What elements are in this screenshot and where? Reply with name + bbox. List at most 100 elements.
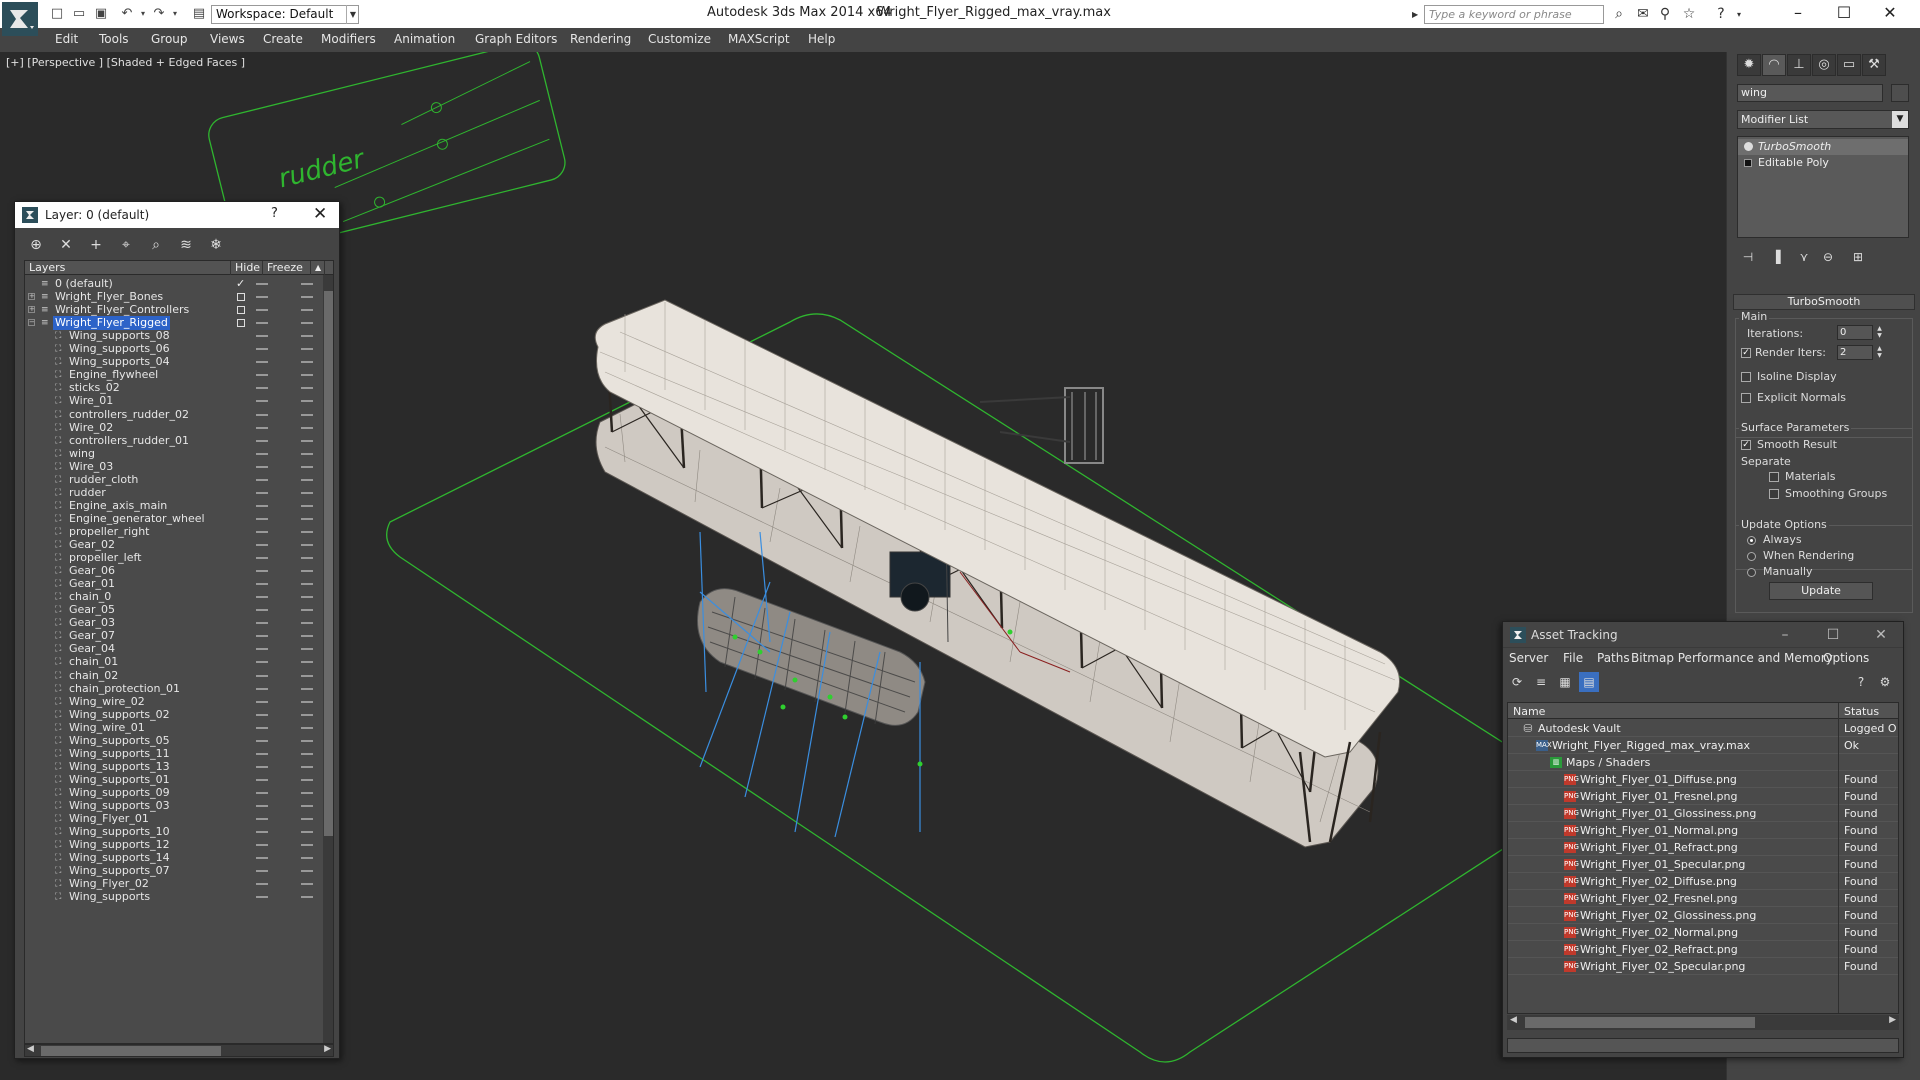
freeze-toggle[interactable] (301, 844, 313, 847)
hide-toggle[interactable] (256, 700, 268, 703)
asset-row[interactable]: PNG Wright_Flyer_01_Normal.png Found (1508, 822, 1898, 839)
chevron-down-icon[interactable]: ▼ (346, 5, 359, 24)
object-name[interactable]: Wing_supports (67, 890, 152, 904)
collapse-icon[interactable]: − (28, 319, 35, 327)
freeze-toggle[interactable] (301, 700, 313, 703)
hide-toggle[interactable] (256, 504, 268, 507)
hide-all-icon[interactable]: ≋ (175, 235, 197, 255)
manually-radio[interactable] (1747, 568, 1756, 577)
hide-toggle[interactable] (256, 517, 268, 520)
freeze-toggle[interactable] (301, 335, 313, 338)
scroll-right-icon[interactable]: ▶ (1889, 1015, 1896, 1025)
explicit-normals-checkbox[interactable] (1741, 393, 1751, 403)
hide-toggle[interactable] (256, 583, 268, 586)
refresh-icon[interactable]: ⟳ (1507, 672, 1527, 692)
vertical-scrollbar[interactable] (323, 275, 333, 1043)
stack-item-turbosmooth[interactable]: TurboSmooth (1738, 139, 1908, 155)
asset-row[interactable]: PNG Wright_Flyer_02_Specular.png Found (1508, 958, 1898, 975)
hide-toggle[interactable] (256, 596, 268, 599)
asset-path-field[interactable] (1507, 1038, 1899, 1053)
asset-row[interactable]: PNG Wright_Flyer_02_Glossiness.png Found (1508, 907, 1898, 924)
make-unique-icon[interactable]: ⋎ (1793, 248, 1815, 266)
configure-sets-icon[interactable]: ⊞ (1847, 248, 1869, 266)
freeze-toggle[interactable] (301, 557, 313, 560)
freeze-toggle[interactable] (301, 478, 313, 481)
render-iters-spinner[interactable]: 2 (1837, 345, 1873, 360)
menu-modifiers[interactable]: Modifiers (321, 32, 376, 46)
search-input[interactable]: Type a keyword or phrase (1424, 5, 1604, 24)
horizontal-scrollbar[interactable]: ◀ ▶ (1507, 1015, 1899, 1030)
close-icon[interactable]: ✕ (313, 204, 327, 224)
hide-toggle[interactable] (256, 478, 268, 481)
freeze-toggle[interactable] (301, 374, 313, 377)
freeze-toggle[interactable] (301, 883, 313, 886)
hierarchy-tab-icon[interactable]: ⊥ (1787, 54, 1811, 76)
column-name[interactable]: Name (1508, 704, 1545, 719)
hide-toggle[interactable] (256, 374, 268, 377)
freeze-toggle[interactable] (301, 805, 313, 807)
freeze-toggle[interactable] (301, 726, 313, 729)
object-color-swatch[interactable] (1891, 84, 1909, 102)
freeze-toggle[interactable] (301, 426, 313, 429)
freeze-toggle[interactable] (301, 283, 313, 285)
thumbnail-view-icon[interactable]: ▦ (1555, 672, 1575, 692)
hide-toggle[interactable] (256, 544, 268, 546)
menu-tools[interactable]: Tools (99, 32, 129, 46)
hide-toggle[interactable] (256, 387, 268, 390)
remove-modifier-icon[interactable]: ⊖ (1817, 248, 1839, 266)
asset-row[interactable]: ⛁ Autodesk Vault Logged O (1508, 720, 1898, 737)
help-icon[interactable]: ? (1851, 672, 1871, 692)
minimize-icon[interactable]: – (1776, 2, 1820, 24)
delete-layer-icon[interactable]: ✕ (55, 235, 77, 255)
hide-toggle[interactable] (256, 765, 268, 768)
hide-toggle[interactable] (256, 635, 268, 638)
hide-toggle[interactable] (256, 870, 268, 873)
asset-row[interactable]: PNG Wright_Flyer_02_Refract.png Found (1508, 941, 1898, 958)
help-icon[interactable]: ? (271, 206, 278, 221)
spinner-arrows-icon[interactable]: ▲ ▼ (1875, 325, 1884, 340)
hide-toggle[interactable] (256, 322, 268, 325)
hide-toggle[interactable] (256, 739, 268, 742)
modifier-list-dropdown[interactable]: Modifier List ▼ (1737, 110, 1909, 129)
asset-row[interactable]: PNG Wright_Flyer_02_Diffuse.png Found (1508, 873, 1898, 890)
menu-options[interactable]: Options (1823, 651, 1869, 665)
freeze-toggle[interactable] (301, 491, 313, 494)
hide-toggle[interactable] (256, 465, 268, 468)
favorites-star-icon[interactable]: ☆ (1680, 6, 1698, 23)
hide-toggle[interactable] (256, 778, 268, 781)
render-iters-checkbox[interactable]: ✓ (1741, 348, 1751, 358)
always-radio[interactable] (1747, 536, 1756, 545)
asset-row[interactable]: PNG Wright_Flyer_01_Glossiness.png Found (1508, 805, 1898, 822)
freeze-toggle[interactable] (301, 570, 313, 573)
spinner-arrows-icon[interactable]: ▲ ▼ (1875, 345, 1884, 360)
freeze-toggle[interactable] (301, 713, 313, 716)
turbosmooth-rollout[interactable]: TurboSmooth (1733, 294, 1915, 310)
hide-toggle[interactable] (256, 283, 268, 285)
maximize-icon[interactable]: ☐ (1821, 625, 1845, 645)
hide-toggle[interactable] (256, 844, 268, 847)
update-button[interactable]: Update (1769, 582, 1873, 600)
add-selection-icon[interactable]: + (85, 235, 107, 255)
object-row[interactable]: ⛶ Wing_supports (25, 889, 323, 905)
freeze-toggle[interactable] (301, 439, 313, 442)
hide-toggle[interactable] (256, 818, 268, 821)
menu-paths[interactable]: Paths (1597, 651, 1630, 665)
object-name-input[interactable]: wing (1737, 84, 1883, 102)
hide-toggle[interactable] (256, 805, 268, 807)
menu-rendering[interactable]: Rendering (570, 32, 631, 46)
freeze-toggle[interactable] (301, 322, 313, 325)
hide-toggle[interactable] (256, 726, 268, 729)
freeze-toggle[interactable] (301, 400, 313, 403)
redo-dropdown-icon[interactable]: ▾ (166, 6, 184, 22)
scrollbar-thumb[interactable] (41, 1046, 221, 1056)
app-logo-icon[interactable] (2, 2, 38, 36)
select-objects-icon[interactable]: ⌖ (115, 235, 137, 255)
close-icon[interactable]: ✕ (1868, 2, 1912, 24)
show-end-result-icon[interactable]: ▐ (1765, 248, 1787, 266)
hide-toggle[interactable] (256, 530, 268, 533)
set-active-layer-box[interactable] (237, 293, 245, 302)
smoothing-groups-checkbox[interactable] (1769, 489, 1779, 499)
hide-toggle[interactable] (256, 426, 268, 429)
menu-group[interactable]: Group (151, 32, 188, 46)
column-layers[interactable]: Layers (25, 261, 231, 275)
